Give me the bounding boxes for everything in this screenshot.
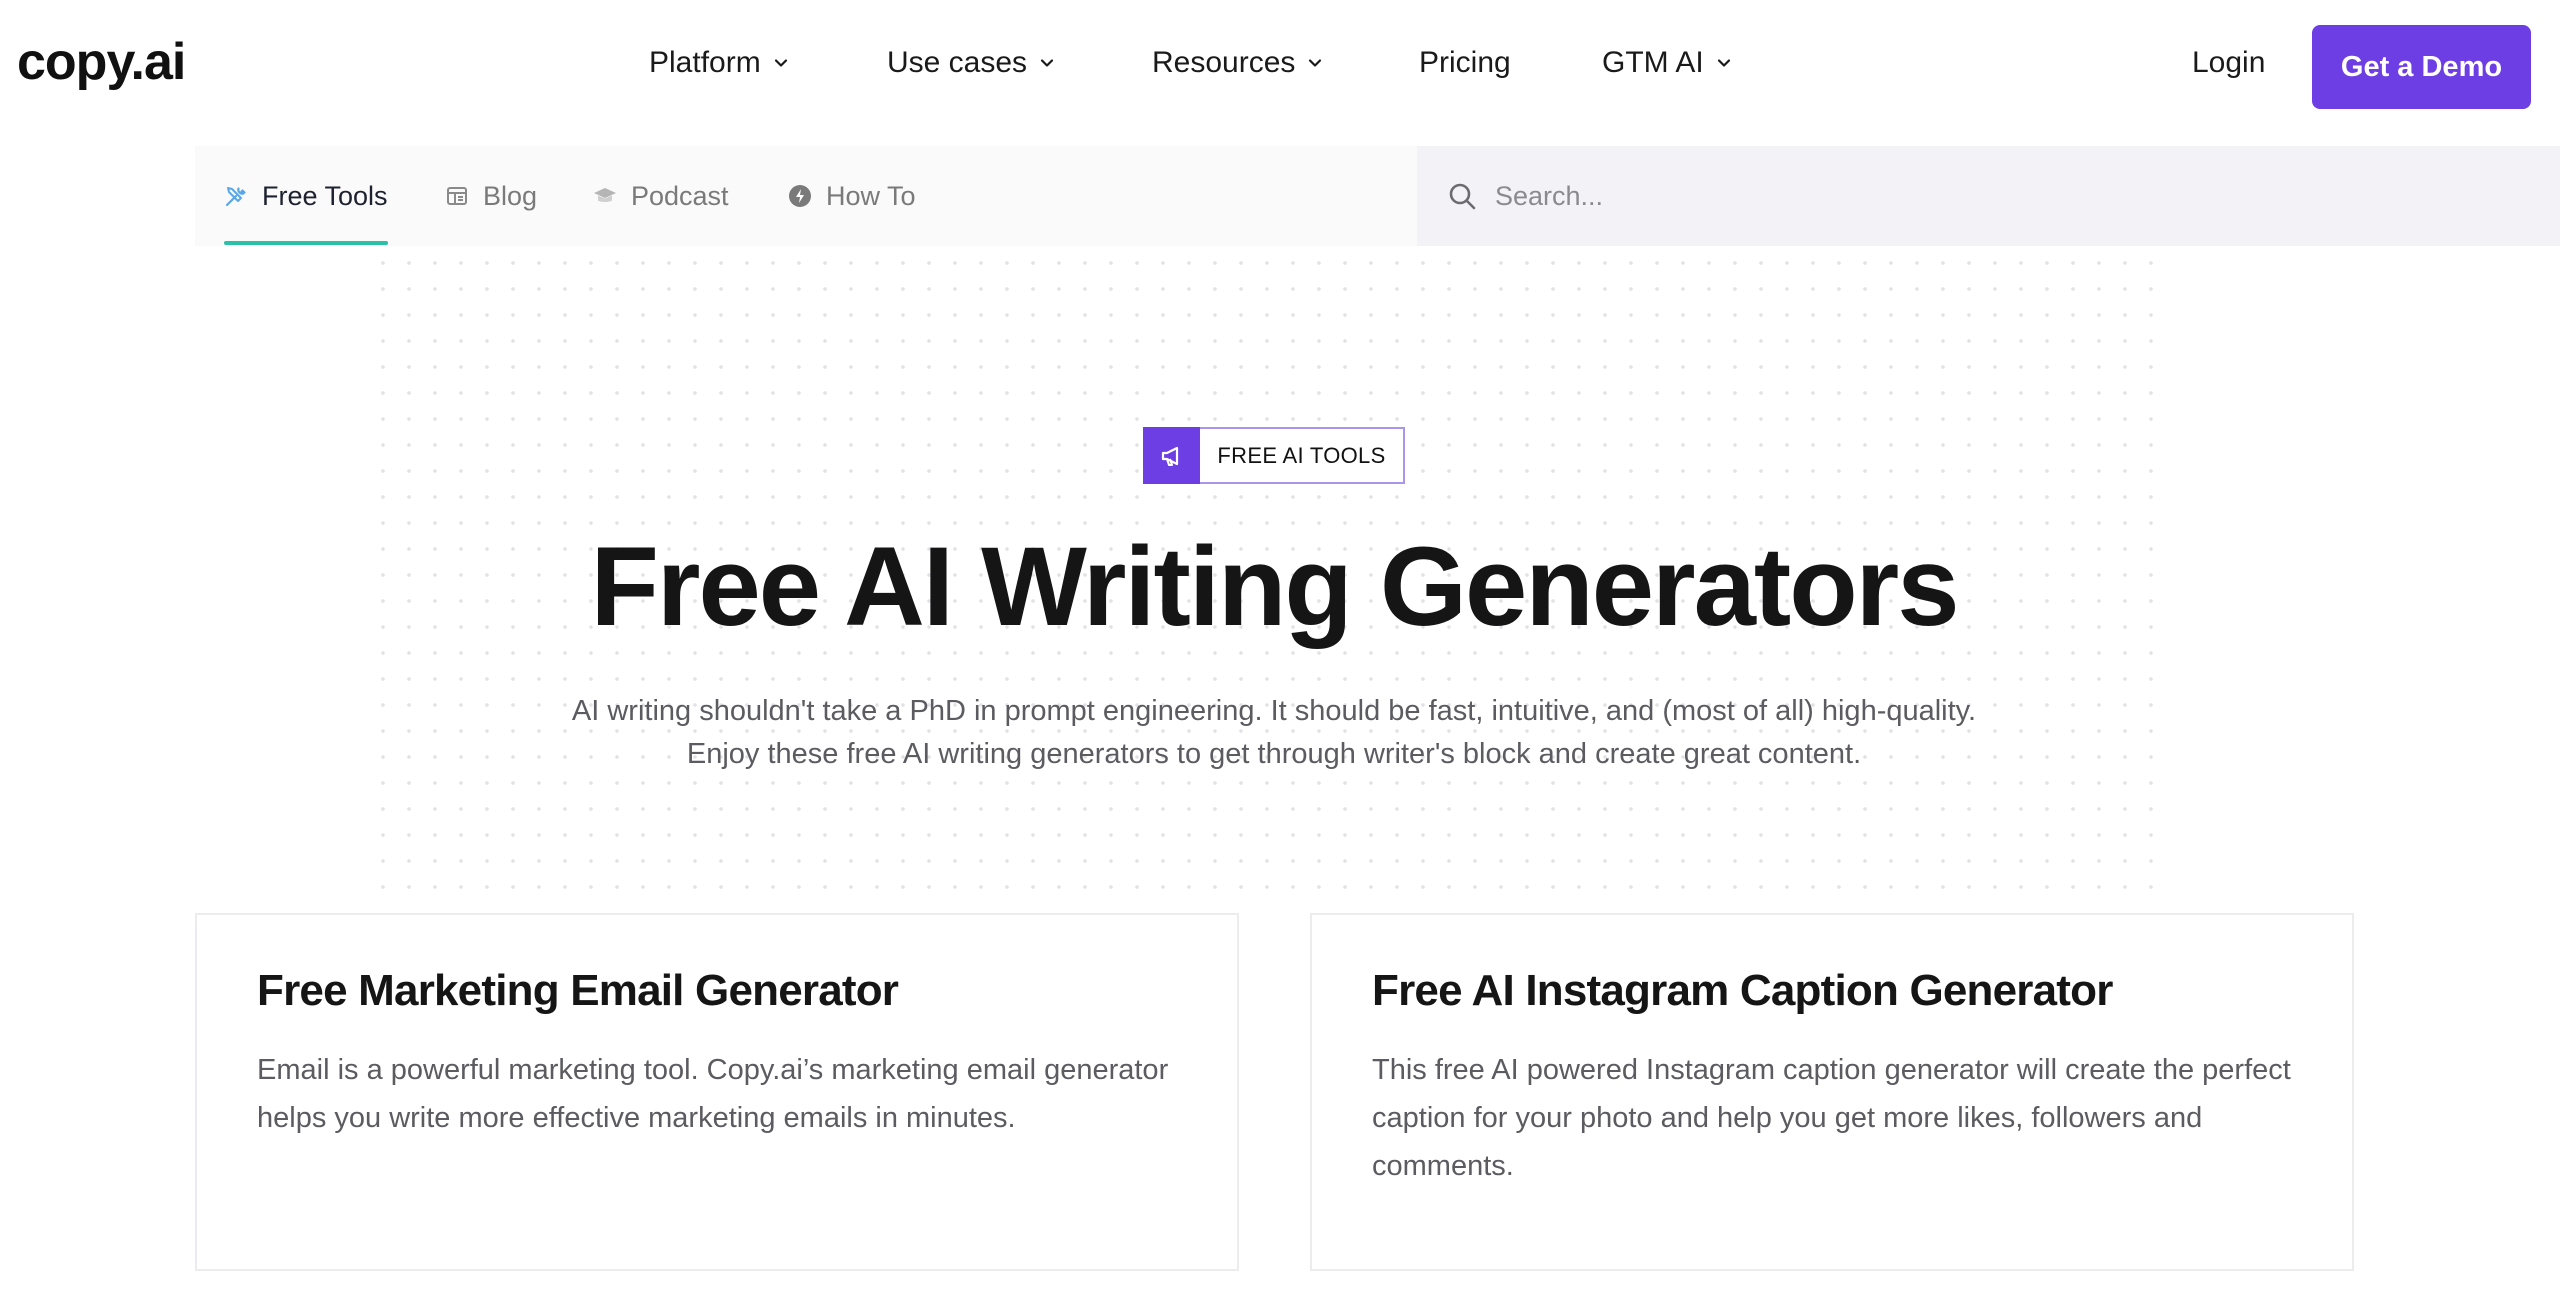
- search-bar: [1417, 146, 2560, 246]
- tab-blog-label: Blog: [483, 180, 538, 211]
- nav-use-cases-label: Use cases: [887, 46, 1028, 79]
- tools-icon: [225, 187, 246, 207]
- nav-resources[interactable]: Resources: [1152, 48, 1325, 78]
- tab-blog[interactable]: Blog: [445, 146, 537, 246]
- copyai-logo[interactable]: copy.ai: [17, 36, 186, 88]
- tab-podcast[interactable]: Podcast: [593, 146, 729, 246]
- card-instagram-caption-generator[interactable]: Free AI Instagram Caption Generator This…: [1310, 913, 2354, 1271]
- nav-platform[interactable]: Platform: [649, 48, 791, 78]
- card-description: Email is a powerful marketing tool. Copy…: [257, 1053, 1169, 1134]
- chevron-down-icon: [1717, 59, 1730, 67]
- subtitle-line-2: Enjoy these free AI writing generators t…: [686, 738, 1862, 770]
- resources-subnav: Free Tools Blog Podcast How To: [195, 146, 1417, 246]
- card-marketing-email-generator[interactable]: Free Marketing Email Generator Email is …: [195, 913, 1239, 1271]
- page-title: Free AI Writing Generators: [590, 524, 1960, 649]
- graduation-cap-icon: [594, 188, 616, 202]
- nav-platform-label: Platform: [649, 46, 761, 79]
- badge-icon-box: [1143, 427, 1200, 484]
- search-icon: [1449, 183, 1476, 210]
- card-description: This free AI powered Instagram caption g…: [1372, 1053, 2291, 1182]
- tab-free-tools[interactable]: Free Tools: [224, 146, 388, 246]
- nav-resources-label: Resources: [1152, 46, 1296, 79]
- get-demo-button[interactable]: Get a Demo: [2312, 25, 2531, 109]
- badge-label: FREE AI TOOLS: [1217, 442, 1386, 468]
- tab-free-tools-label: Free Tools: [262, 180, 388, 211]
- card-title: Free Marketing Email Generator: [257, 966, 899, 1015]
- tab-how-to[interactable]: How To: [788, 146, 916, 246]
- free-ai-tools-badge: FREE AI TOOLS: [1143, 427, 1405, 484]
- tab-how-to-label: How To: [826, 180, 916, 211]
- nav-pricing[interactable]: Pricing: [1419, 48, 1511, 78]
- top-navigation: copy.ai Platform Use cases Resources Pri…: [0, 0, 2560, 136]
- search-input[interactable]: [1495, 171, 2495, 221]
- lightning-circle-icon: [789, 185, 811, 207]
- tab-podcast-label: Podcast: [631, 180, 729, 211]
- megaphone-icon: [1161, 446, 1178, 466]
- chevron-down-icon: [1040, 59, 1054, 67]
- page-subtitle: AI writing shouldn't take a PhD in promp…: [0, 690, 2548, 776]
- nav-pricing-label: Pricing: [1419, 46, 1511, 79]
- nav-use-cases[interactable]: Use cases: [887, 48, 1057, 78]
- nav-gtm-ai-label: GTM AI: [1602, 46, 1704, 79]
- nav-gtm-ai[interactable]: GTM AI: [1602, 48, 1734, 78]
- chevron-down-icon: [774, 59, 787, 67]
- subtitle-line-1: AI writing shouldn't take a PhD in promp…: [571, 695, 1977, 727]
- newspaper-icon: [447, 187, 467, 205]
- login-link[interactable]: Login: [2192, 48, 2265, 78]
- chevron-down-icon: [1309, 59, 1322, 67]
- card-title: Free AI Instagram Caption Generator: [1372, 966, 2113, 1015]
